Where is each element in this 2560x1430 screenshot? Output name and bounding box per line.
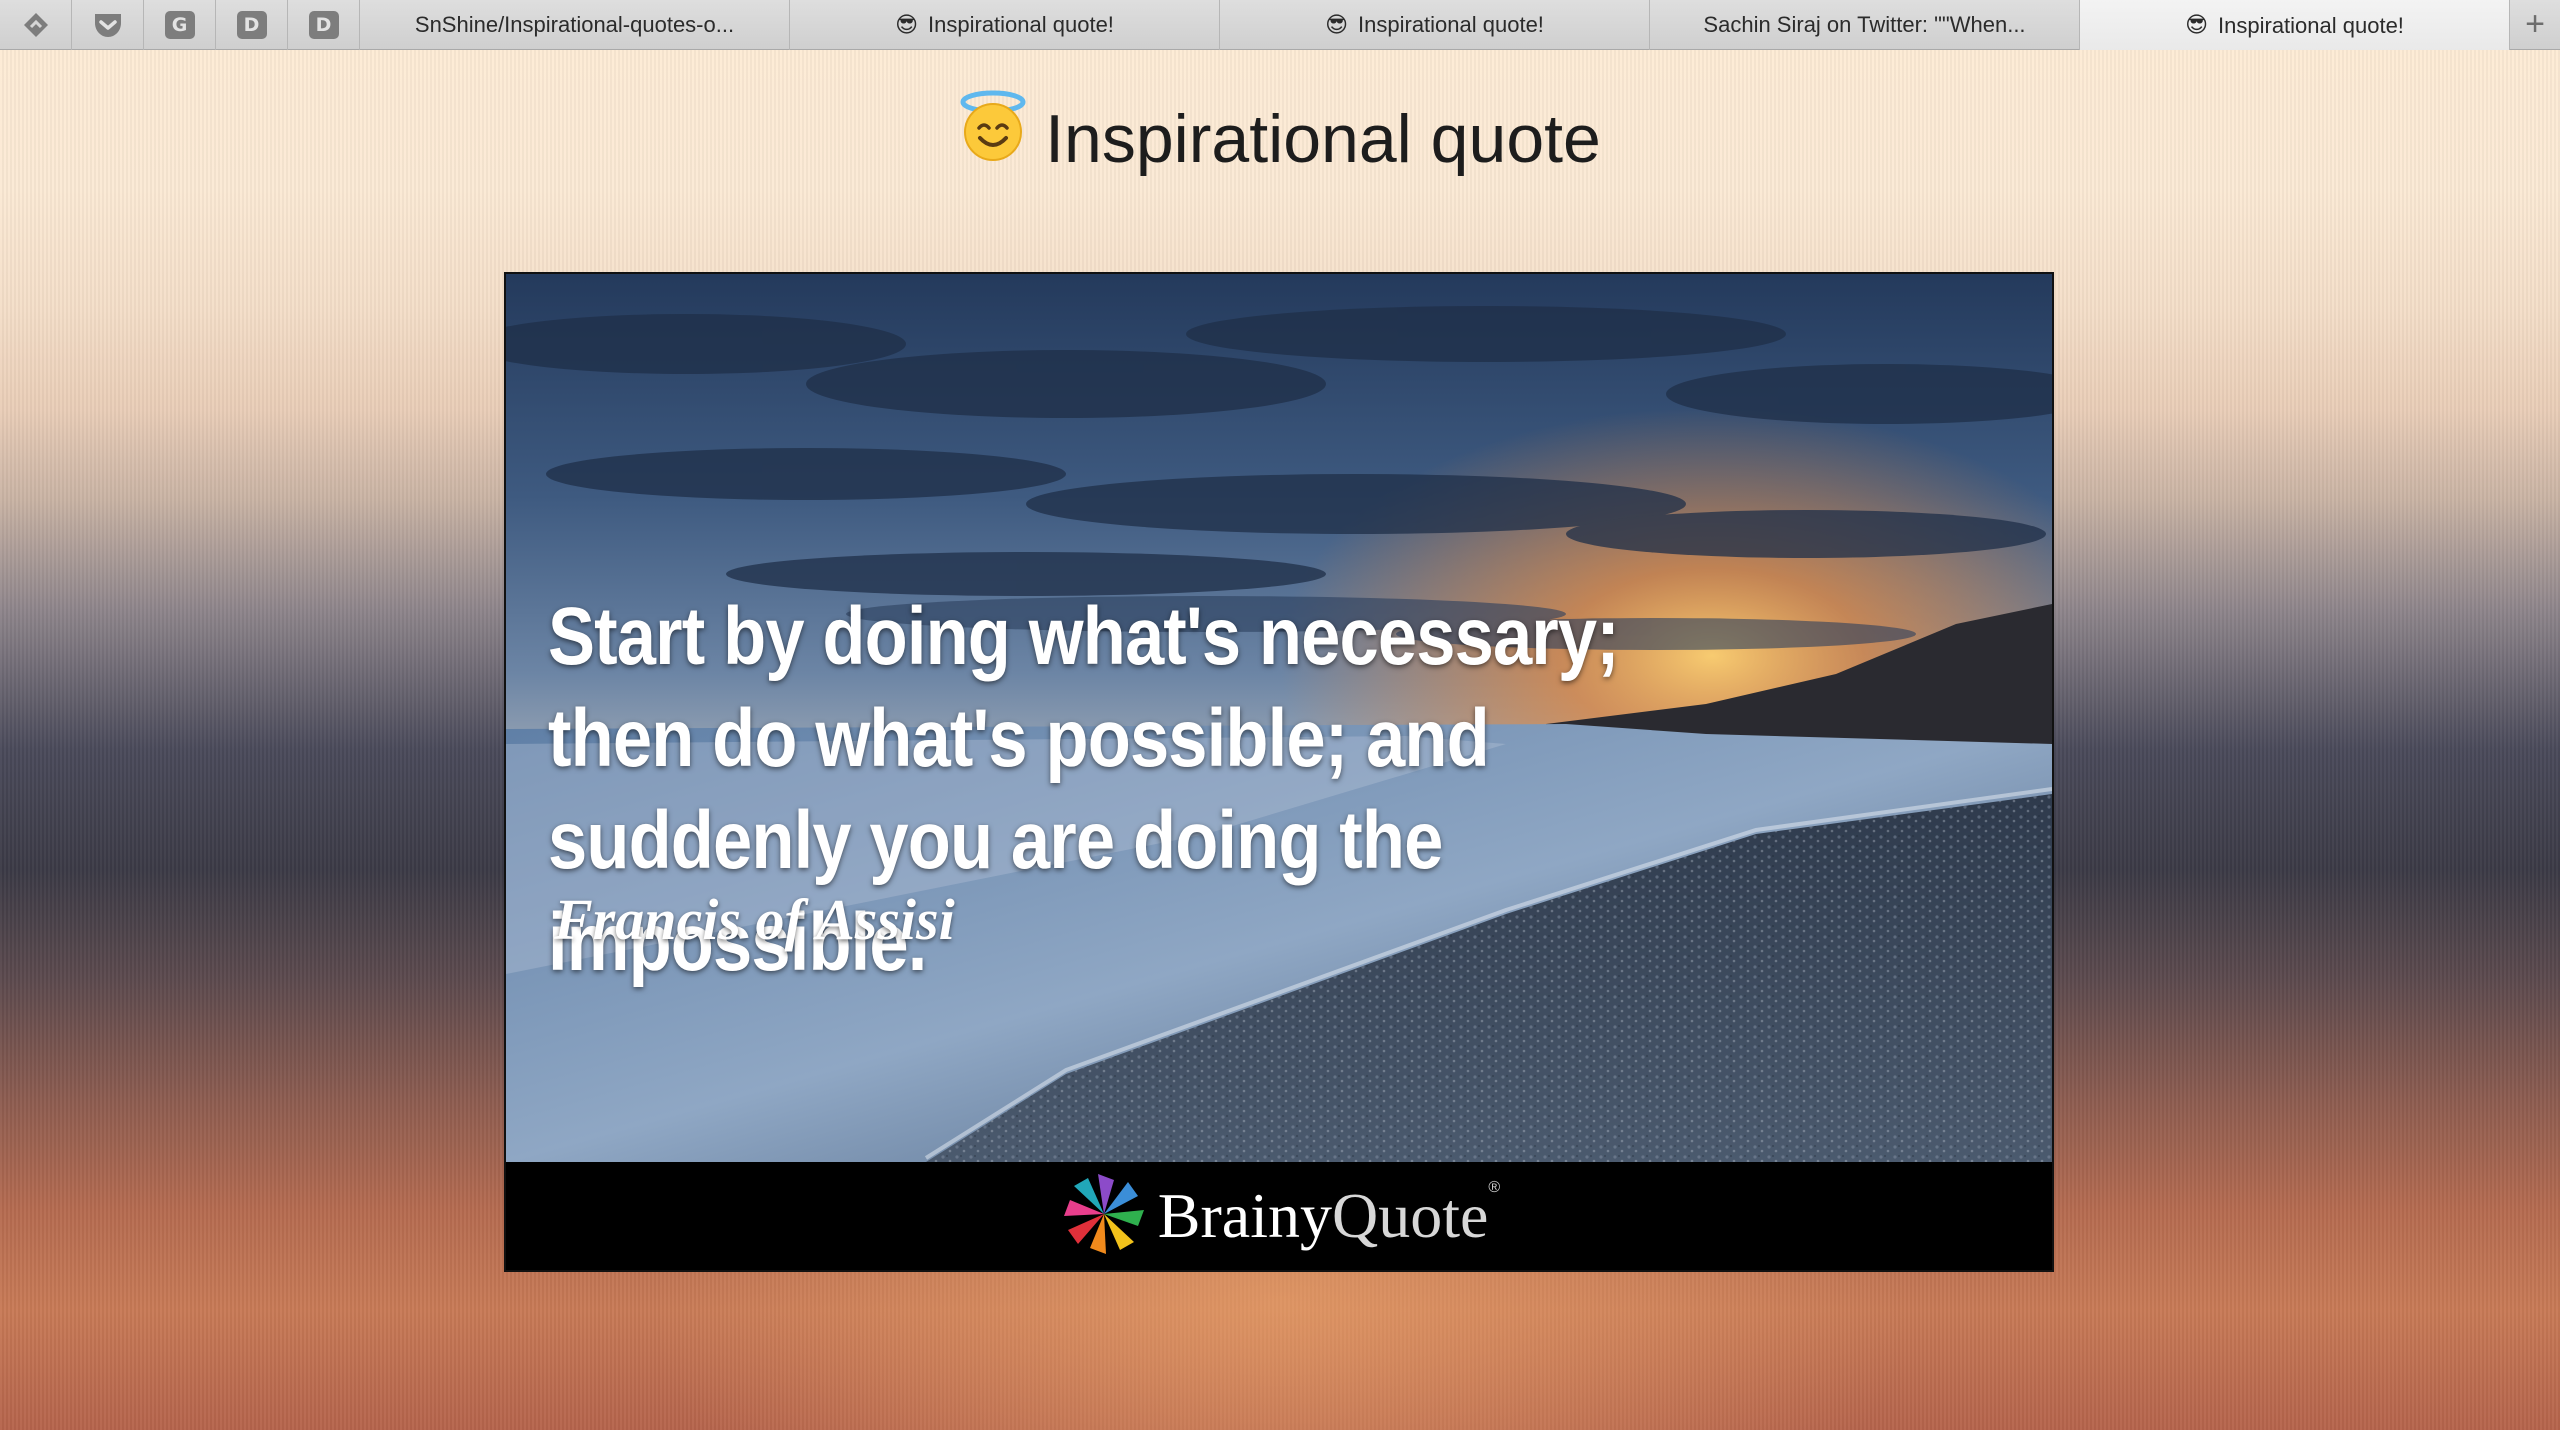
d-icon: D: [236, 11, 267, 39]
pocket-icon: [94, 14, 121, 37]
tab-title: Sachin Siraj on Twitter: ""When...: [1703, 12, 2026, 37]
pinned-tab-d1[interactable]: D: [216, 0, 288, 50]
pinned-tab-d2[interactable]: D: [288, 0, 360, 50]
sunglasses-emoji-icon: 😎: [1325, 12, 1349, 38]
tab-twitter[interactable]: Sachin Siraj on Twitter: ""When...: [1650, 0, 2080, 50]
tab-inspirational-quote-1[interactable]: 😎 Inspirational quote!: [790, 0, 1220, 50]
brainyquote-wordmark: BrainyQuote®: [1158, 1180, 1500, 1248]
tab-inspirational-quote-2[interactable]: 😎 Inspirational quote!: [1220, 0, 1650, 50]
plus-icon: +: [2525, 5, 2545, 43]
brainyquote-pinwheel-icon: [1058, 1168, 1150, 1265]
page-content: Inspirational quote Start by doing what'…: [0, 50, 2560, 1430]
brand-name-part1: Brainy: [1157, 1180, 1332, 1251]
tab-inspirational-quote-active[interactable]: 😎 Inspirational quote!: [2080, 0, 2510, 51]
brainyquote-footer: BrainyQuote®: [506, 1162, 2052, 1270]
d-icon: D: [308, 11, 339, 39]
quote-author: Francis of Assisi: [554, 887, 955, 952]
g-icon: G: [164, 11, 195, 39]
tab-title: SnShine/Inspirational-quotes-o...: [414, 12, 735, 37]
page-title: Inspirational quote: [0, 90, 2560, 188]
tab-bar: G D D SnShine/Inspirational-quotes-o... …: [0, 0, 2560, 51]
brand-name-part2: Quote: [1331, 1180, 1489, 1251]
quote-line: Start by doing what's necessary;: [548, 591, 1620, 682]
tab-title: Inspirational quote!: [2218, 12, 2404, 38]
tab-title: Inspirational quote!: [1358, 12, 1544, 37]
pinned-tab-pocket[interactable]: [72, 0, 144, 50]
new-tab-button[interactable]: +: [2510, 0, 2560, 49]
tab-title: Inspirational quote!: [928, 12, 1114, 37]
pinned-tab-g[interactable]: G: [144, 0, 216, 50]
page-title-text: Inspirational quote: [1045, 101, 1601, 177]
smiling-halo-emoji-icon: [959, 90, 1027, 178]
quote-image: Start by doing what's necessary; then do …: [504, 272, 2054, 1272]
feedly-icon: [23, 13, 48, 37]
pinned-tab-feedly[interactable]: [0, 0, 72, 50]
quote-line: then do what's possible; and: [548, 693, 1490, 784]
registered-mark: ®: [1488, 1179, 1501, 1196]
tab-snshine-repo[interactable]: SnShine/Inspirational-quotes-o...: [360, 0, 790, 50]
sunglasses-emoji-icon: 😎: [2185, 13, 2209, 38]
sunglasses-emoji-icon: 😎: [895, 12, 919, 38]
